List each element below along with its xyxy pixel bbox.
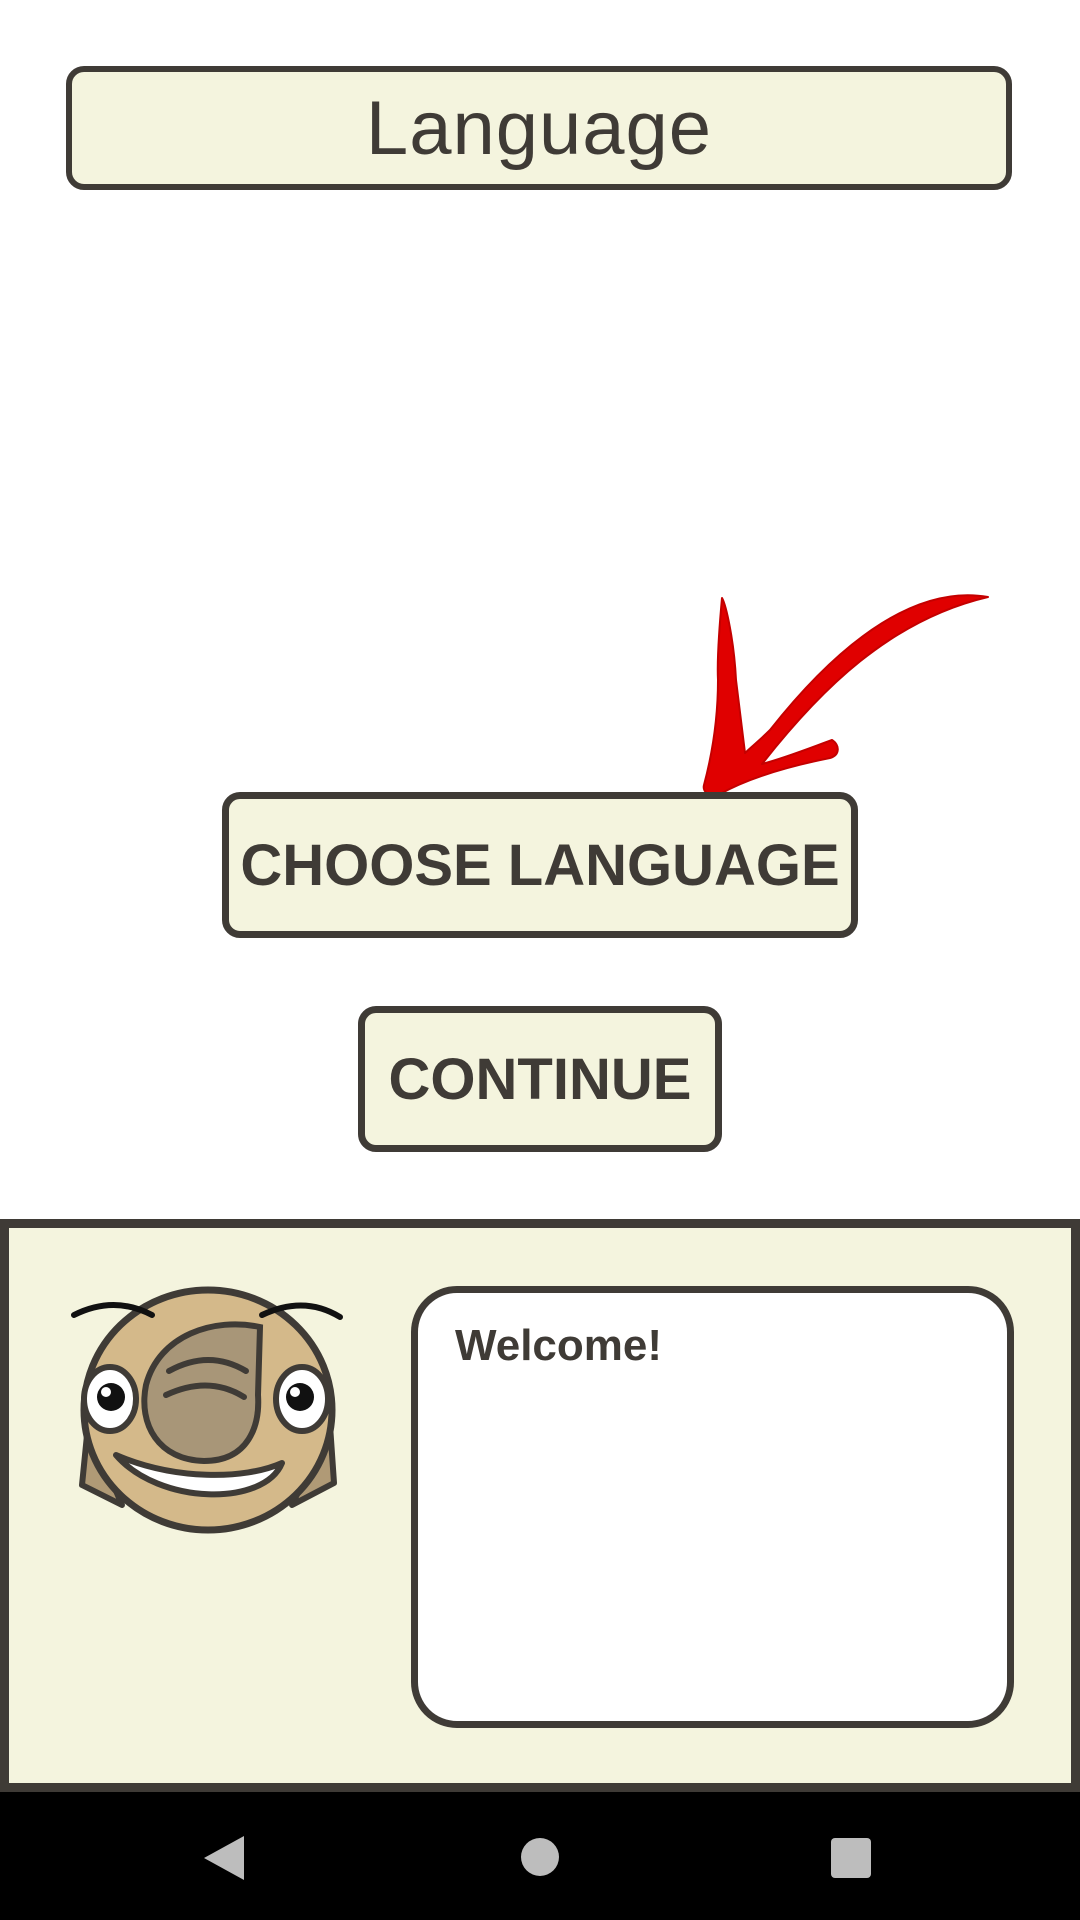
language-screen: Language CHOOSE LANGUAGE CONTINUE Welcom… [0,0,1080,1920]
welcome-message: Welcome! [455,1321,663,1370]
speech-bubble: Welcome! [411,1286,1014,1728]
continue-button[interactable]: CONTINUE [358,1006,722,1152]
header-bar: Language [66,66,1012,190]
red-arrow-icon [702,594,989,797]
choose-language-button[interactable]: CHOOSE LANGUAGE [222,792,858,938]
choose-language-label: CHOOSE LANGUAGE [240,832,840,898]
recents-icon[interactable] [831,1838,871,1878]
back-icon[interactable] [204,1836,244,1880]
mascot-face-icon [71,1286,343,1534]
continue-label: CONTINUE [388,1046,692,1112]
home-icon[interactable] [521,1838,559,1876]
page-title: Language [365,85,713,171]
